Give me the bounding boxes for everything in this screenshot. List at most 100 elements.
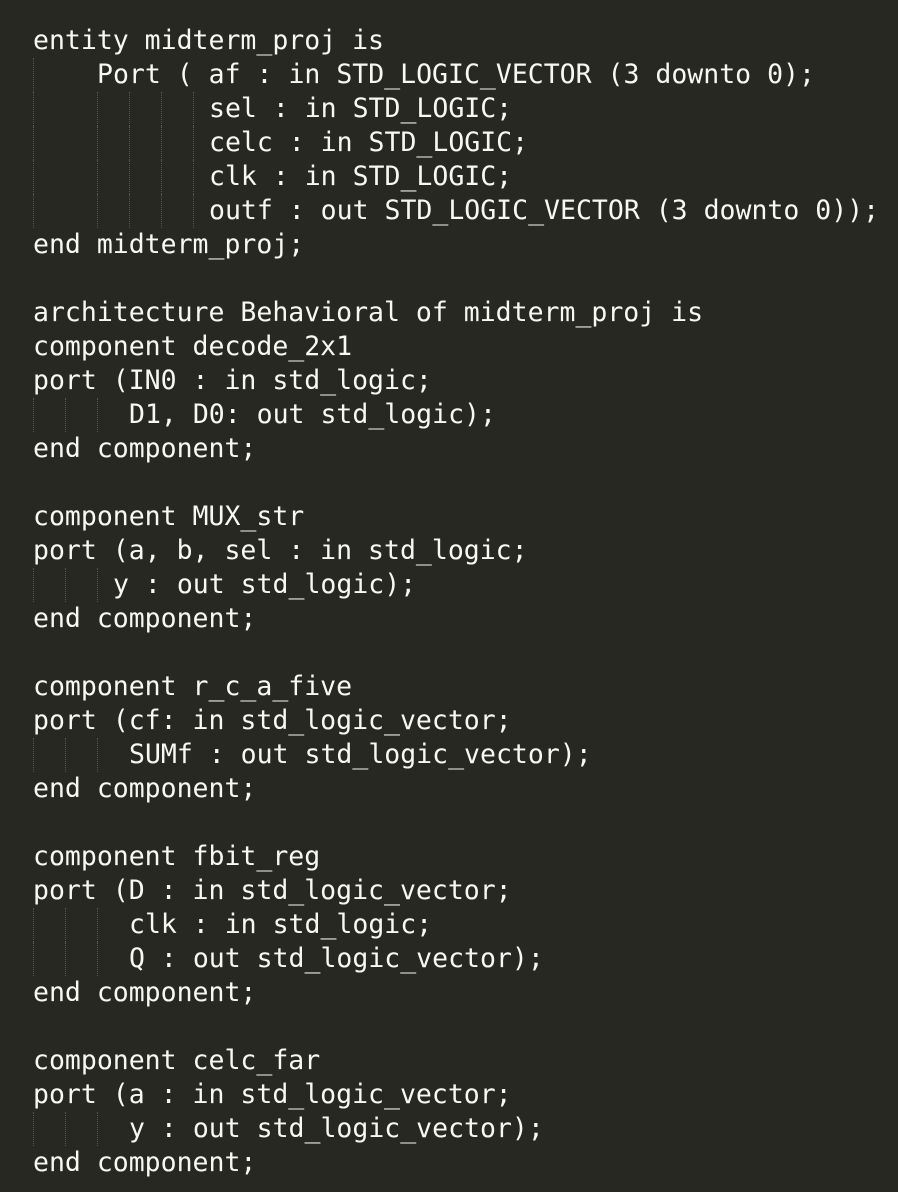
code-text: port (IN0 : in std_logic; <box>33 365 432 396</box>
indent-guide <box>129 194 131 228</box>
indent-guide <box>129 126 131 160</box>
code-line[interactable] <box>33 1010 879 1044</box>
code-line[interactable]: port (IN0 : in std_logic; <box>33 364 879 398</box>
code-text: clk : in STD_LOGIC; <box>209 161 513 192</box>
code-line[interactable]: port (D : in std_logic_vector; <box>33 874 879 908</box>
code-text: port (a : in std_logic_vector; <box>33 1079 512 1110</box>
code-text: entity midterm_proj is <box>33 25 384 56</box>
indent-guide <box>193 126 195 160</box>
code-text: outf : out STD_LOGIC_VECTOR (3 downto 0)… <box>209 195 880 226</box>
code-line[interactable]: end component; <box>33 602 879 636</box>
indent-guide <box>33 58 35 92</box>
indent-guide <box>65 568 67 602</box>
code-text: SUMf : out std_logic_vector); <box>129 739 592 770</box>
code-text: y : out std_logic_vector); <box>129 1113 544 1144</box>
code-line[interactable]: port (a, b, sel : in std_logic; <box>33 534 879 568</box>
indent-guide <box>129 92 131 126</box>
indent-guide <box>33 126 35 160</box>
indent-guide <box>33 194 35 228</box>
code-text: sel : in STD_LOGIC; <box>209 93 513 124</box>
code-area[interactable]: entity midterm_proj is Port ( af : in ST… <box>33 24 879 1180</box>
indent-guide <box>97 568 99 602</box>
indent-guide <box>97 160 99 194</box>
indent-guide <box>33 738 35 772</box>
indent-guide <box>97 126 99 160</box>
code-line[interactable]: component MUX_str <box>33 500 879 534</box>
code-line[interactable] <box>33 466 879 500</box>
code-text: component celc_far <box>33 1045 321 1076</box>
indent-guide <box>65 398 67 432</box>
indent-guide <box>161 160 163 194</box>
code-text: end component; <box>33 977 257 1008</box>
code-line[interactable] <box>33 636 879 670</box>
code-line[interactable]: component fbit_reg <box>33 840 879 874</box>
code-editor[interactable]: entity midterm_proj is Port ( af : in ST… <box>0 0 898 1192</box>
code-text: end component; <box>33 1147 257 1178</box>
indent-guide <box>33 398 35 432</box>
indent-guide <box>193 194 195 228</box>
indent-guide <box>97 908 99 942</box>
code-line[interactable]: SUMf : out std_logic_vector); <box>33 738 879 772</box>
indent-guide <box>97 194 99 228</box>
code-line[interactable]: entity midterm_proj is <box>33 24 879 58</box>
code-text: Port ( af : in STD_LOGIC_VECTOR (3 downt… <box>97 59 815 90</box>
indent-guide <box>97 1112 99 1146</box>
indent-guide <box>97 398 99 432</box>
indent-guide <box>65 1112 67 1146</box>
code-text: component r_c_a_five <box>33 671 353 702</box>
code-line[interactable]: end midterm_proj; <box>33 228 879 262</box>
code-line[interactable]: clk : in std_logic; <box>33 908 879 942</box>
code-text: port (a, b, sel : in std_logic; <box>33 535 528 566</box>
code-line[interactable]: outf : out STD_LOGIC_VECTOR (3 downto 0)… <box>33 194 879 228</box>
indent-guide <box>33 942 35 976</box>
indent-guide <box>161 194 163 228</box>
indent-guide <box>97 92 99 126</box>
code-line[interactable]: end component; <box>33 1146 879 1180</box>
code-line[interactable]: component r_c_a_five <box>33 670 879 704</box>
indent-guide <box>193 160 195 194</box>
code-text: D1, D0: out std_logic); <box>129 399 496 430</box>
code-line[interactable]: Port ( af : in STD_LOGIC_VECTOR (3 downt… <box>33 58 879 92</box>
code-line[interactable]: architecture Behavioral of midterm_proj … <box>33 296 879 330</box>
indent-guide <box>65 738 67 772</box>
code-text: component MUX_str <box>33 501 305 532</box>
code-line[interactable]: end component; <box>33 772 879 806</box>
code-text: celc : in STD_LOGIC; <box>209 127 529 158</box>
code-line[interactable]: end component; <box>33 432 879 466</box>
code-line[interactable] <box>33 262 879 296</box>
code-line[interactable]: celc : in STD_LOGIC; <box>33 126 879 160</box>
code-line[interactable]: end component; <box>33 976 879 1010</box>
code-line[interactable]: sel : in STD_LOGIC; <box>33 92 879 126</box>
code-text: component fbit_reg <box>33 841 321 872</box>
code-text: port (D : in std_logic_vector; <box>33 875 512 906</box>
indent-guide <box>65 942 67 976</box>
code-line[interactable]: y : out std_logic_vector); <box>33 1112 879 1146</box>
code-line[interactable]: component celc_far <box>33 1044 879 1078</box>
code-line[interactable]: port (a : in std_logic_vector; <box>33 1078 879 1112</box>
code-line[interactable]: Q : out std_logic_vector); <box>33 942 879 976</box>
code-line[interactable]: clk : in STD_LOGIC; <box>33 160 879 194</box>
indent-guide <box>161 126 163 160</box>
code-text: clk : in std_logic; <box>129 909 433 940</box>
code-line[interactable]: port (cf: in std_logic_vector; <box>33 704 879 738</box>
code-text: component decode_2x1 <box>33 331 353 362</box>
indent-guide <box>97 942 99 976</box>
indent-guide <box>161 92 163 126</box>
code-line[interactable]: y : out std_logic); <box>33 568 879 602</box>
indent-guide <box>33 1112 35 1146</box>
code-text: Q : out std_logic_vector); <box>129 943 544 974</box>
code-text: end component; <box>33 773 257 804</box>
indent-guide <box>33 908 35 942</box>
indent-guide <box>33 160 35 194</box>
indent-guide <box>33 92 35 126</box>
code-text: end midterm_proj; <box>33 229 305 260</box>
code-text: end component; <box>33 603 257 634</box>
indent-guide <box>129 160 131 194</box>
code-text: port (cf: in std_logic_vector; <box>33 705 512 736</box>
indent-guide <box>97 738 99 772</box>
code-line[interactable]: component decode_2x1 <box>33 330 879 364</box>
code-text: end component; <box>33 433 257 464</box>
code-line[interactable]: D1, D0: out std_logic); <box>33 398 879 432</box>
code-line[interactable] <box>33 806 879 840</box>
code-text: architecture Behavioral of midterm_proj … <box>33 297 704 328</box>
